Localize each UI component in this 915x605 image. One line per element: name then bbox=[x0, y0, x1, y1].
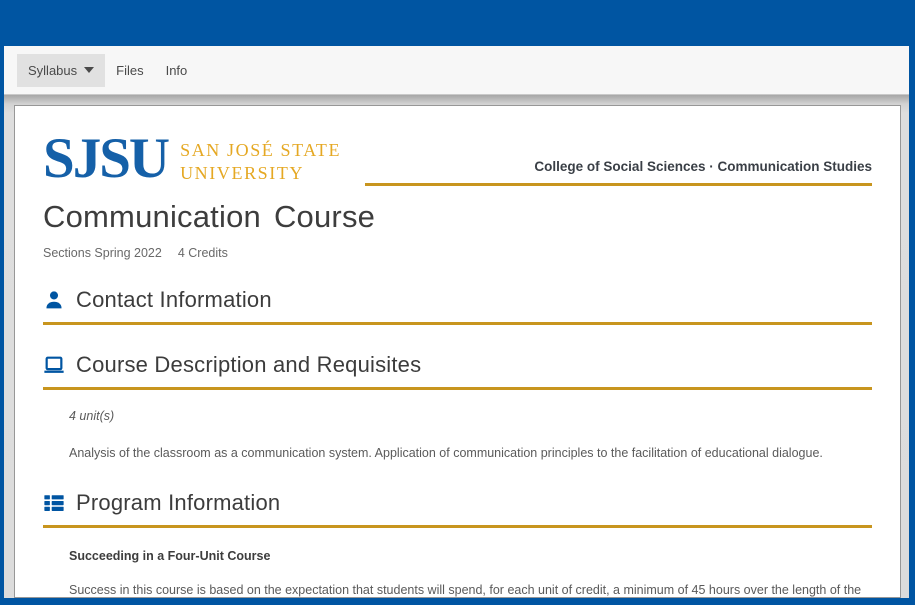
syllabus-card: SJSU SAN JOSÉ STATE UNIVERSITY College o… bbox=[14, 105, 901, 598]
sjsu-logo-line2: UNIVERSITY bbox=[180, 162, 341, 185]
units-text: 4 unit(s) bbox=[69, 409, 872, 423]
program-paragraph: Success in this course is based on the e… bbox=[69, 580, 872, 598]
tab-files-label: Files bbox=[116, 63, 143, 78]
credits-label: 4 Credits bbox=[178, 246, 228, 260]
masthead: SJSU SAN JOSÉ STATE UNIVERSITY College o… bbox=[43, 130, 872, 186]
section-title: Contact Information bbox=[76, 287, 272, 313]
app-frame: Syllabus Files Info SJSU SAN JOSÉ STATE … bbox=[4, 46, 909, 598]
person-icon bbox=[43, 289, 65, 311]
tab-syllabus[interactable]: Syllabus bbox=[17, 54, 105, 87]
sjsu-logo-acronym: SJSU bbox=[43, 130, 168, 183]
section-course-description: Course Description and Requisites bbox=[43, 352, 872, 390]
course-description-text: Analysis of the classroom as a communica… bbox=[69, 444, 872, 463]
page-title: Communication Course bbox=[43, 199, 872, 235]
page: { "theme": { "sjsu_blue": "#0055A2", "sj… bbox=[0, 0, 915, 605]
section-program-information: Program Information bbox=[43, 490, 872, 528]
program-information-body: Succeeding in a Four-Unit Course Success… bbox=[43, 549, 872, 598]
program-grid-icon bbox=[43, 492, 65, 514]
section-title: Program Information bbox=[76, 490, 280, 516]
tab-bar: Syllabus Files Info bbox=[4, 46, 909, 95]
tab-info-label: Info bbox=[166, 63, 188, 78]
course-description-body: 4 unit(s) Analysis of the classroom as a… bbox=[43, 409, 872, 463]
program-subheading: Succeeding in a Four-Unit Course bbox=[69, 549, 872, 563]
sections-term-label: Sections Spring 2022 bbox=[43, 246, 162, 260]
sjsu-logo-line1: SAN JOSÉ STATE bbox=[180, 139, 341, 162]
section-contact-information: Contact Information bbox=[43, 287, 872, 325]
tab-syllabus-label: Syllabus bbox=[28, 63, 77, 78]
tab-info[interactable]: Info bbox=[155, 54, 199, 87]
course-title-department: Communication bbox=[43, 199, 261, 235]
tab-files[interactable]: Files bbox=[105, 54, 154, 87]
section-title: Course Description and Requisites bbox=[76, 352, 421, 378]
sjsu-logo: SJSU SAN JOSÉ STATE UNIVERSITY bbox=[43, 130, 341, 186]
chevron-down-icon bbox=[84, 67, 94, 73]
course-title-name: Course bbox=[274, 199, 375, 235]
sjsu-logo-wordmark: SAN JOSÉ STATE UNIVERSITY bbox=[180, 130, 341, 186]
workspace-background: SJSU SAN JOSÉ STATE UNIVERSITY College o… bbox=[4, 95, 909, 598]
course-meta: Sections Spring 2022 4 Credits bbox=[43, 246, 872, 260]
breadcrumb: College of Social Sciences · Communicati… bbox=[365, 159, 872, 186]
laptop-icon bbox=[43, 354, 65, 376]
